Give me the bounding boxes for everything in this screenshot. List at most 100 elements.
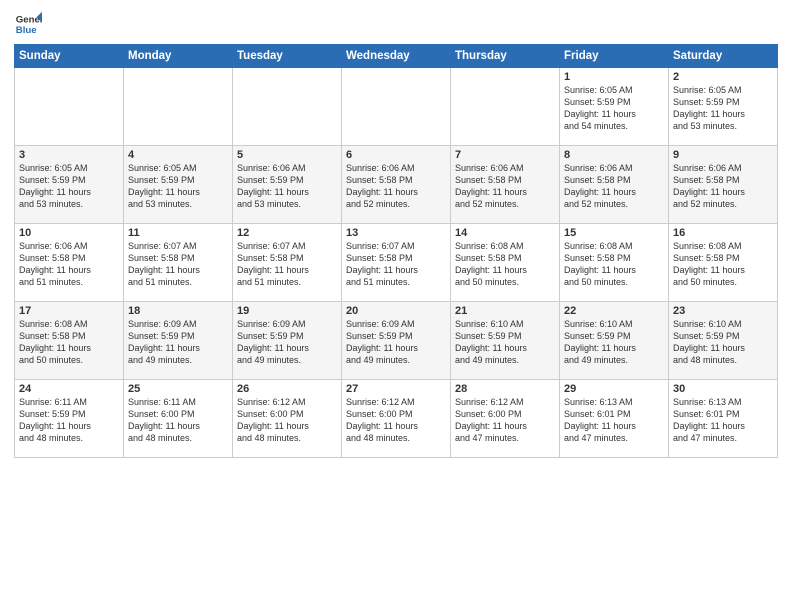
calendar-cell (451, 68, 560, 146)
day-number: 12 (237, 227, 337, 239)
day-info: Sunrise: 6:07 AM Sunset: 5:58 PM Dayligh… (237, 240, 337, 289)
calendar-cell (342, 68, 451, 146)
day-info: Sunrise: 6:06 AM Sunset: 5:58 PM Dayligh… (19, 240, 119, 289)
day-number: 16 (673, 227, 773, 239)
day-number: 8 (564, 149, 664, 161)
calendar-cell: 9Sunrise: 6:06 AM Sunset: 5:58 PM Daylig… (669, 146, 778, 224)
weekday-header-thursday: Thursday (451, 45, 560, 68)
day-number: 20 (346, 305, 446, 317)
day-number: 15 (564, 227, 664, 239)
day-info: Sunrise: 6:11 AM Sunset: 6:00 PM Dayligh… (128, 396, 228, 445)
day-info: Sunrise: 6:05 AM Sunset: 5:59 PM Dayligh… (564, 84, 664, 133)
day-info: Sunrise: 6:10 AM Sunset: 5:59 PM Dayligh… (564, 318, 664, 367)
weekday-header-row: SundayMondayTuesdayWednesdayThursdayFrid… (15, 45, 778, 68)
calendar-cell: 14Sunrise: 6:08 AM Sunset: 5:58 PM Dayli… (451, 224, 560, 302)
logo: General Blue (14, 10, 42, 38)
day-info: Sunrise: 6:08 AM Sunset: 5:58 PM Dayligh… (455, 240, 555, 289)
calendar-week-5: 24Sunrise: 6:11 AM Sunset: 5:59 PM Dayli… (15, 380, 778, 458)
weekday-header-friday: Friday (560, 45, 669, 68)
day-number: 27 (346, 383, 446, 395)
day-number: 7 (455, 149, 555, 161)
day-info: Sunrise: 6:12 AM Sunset: 6:00 PM Dayligh… (346, 396, 446, 445)
header: General Blue (14, 10, 778, 38)
day-number: 28 (455, 383, 555, 395)
day-number: 17 (19, 305, 119, 317)
calendar-cell: 18Sunrise: 6:09 AM Sunset: 5:59 PM Dayli… (124, 302, 233, 380)
day-number: 21 (455, 305, 555, 317)
calendar-cell: 24Sunrise: 6:11 AM Sunset: 5:59 PM Dayli… (15, 380, 124, 458)
day-info: Sunrise: 6:08 AM Sunset: 5:58 PM Dayligh… (673, 240, 773, 289)
day-number: 2 (673, 71, 773, 83)
day-number: 23 (673, 305, 773, 317)
calendar-cell: 20Sunrise: 6:09 AM Sunset: 5:59 PM Dayli… (342, 302, 451, 380)
day-info: Sunrise: 6:07 AM Sunset: 5:58 PM Dayligh… (346, 240, 446, 289)
day-number: 1 (564, 71, 664, 83)
weekday-header-sunday: Sunday (15, 45, 124, 68)
day-info: Sunrise: 6:07 AM Sunset: 5:58 PM Dayligh… (128, 240, 228, 289)
day-number: 19 (237, 305, 337, 317)
weekday-header-monday: Monday (124, 45, 233, 68)
calendar-cell: 5Sunrise: 6:06 AM Sunset: 5:59 PM Daylig… (233, 146, 342, 224)
day-info: Sunrise: 6:05 AM Sunset: 5:59 PM Dayligh… (19, 162, 119, 211)
calendar-cell: 23Sunrise: 6:10 AM Sunset: 5:59 PM Dayli… (669, 302, 778, 380)
calendar-cell: 13Sunrise: 6:07 AM Sunset: 5:58 PM Dayli… (342, 224, 451, 302)
calendar-cell: 6Sunrise: 6:06 AM Sunset: 5:58 PM Daylig… (342, 146, 451, 224)
day-number: 22 (564, 305, 664, 317)
day-number: 6 (346, 149, 446, 161)
day-number: 5 (237, 149, 337, 161)
calendar-week-2: 3Sunrise: 6:05 AM Sunset: 5:59 PM Daylig… (15, 146, 778, 224)
day-info: Sunrise: 6:10 AM Sunset: 5:59 PM Dayligh… (673, 318, 773, 367)
calendar-cell (233, 68, 342, 146)
weekday-header-saturday: Saturday (669, 45, 778, 68)
day-info: Sunrise: 6:13 AM Sunset: 6:01 PM Dayligh… (564, 396, 664, 445)
day-info: Sunrise: 6:12 AM Sunset: 6:00 PM Dayligh… (455, 396, 555, 445)
calendar-week-4: 17Sunrise: 6:08 AM Sunset: 5:58 PM Dayli… (15, 302, 778, 380)
calendar-cell (15, 68, 124, 146)
calendar-cell: 11Sunrise: 6:07 AM Sunset: 5:58 PM Dayli… (124, 224, 233, 302)
day-info: Sunrise: 6:06 AM Sunset: 5:58 PM Dayligh… (455, 162, 555, 211)
day-number: 11 (128, 227, 228, 239)
calendar-cell: 2Sunrise: 6:05 AM Sunset: 5:59 PM Daylig… (669, 68, 778, 146)
weekday-header-tuesday: Tuesday (233, 45, 342, 68)
calendar-cell: 8Sunrise: 6:06 AM Sunset: 5:58 PM Daylig… (560, 146, 669, 224)
calendar-cell: 26Sunrise: 6:12 AM Sunset: 6:00 PM Dayli… (233, 380, 342, 458)
day-info: Sunrise: 6:10 AM Sunset: 5:59 PM Dayligh… (455, 318, 555, 367)
calendar-cell: 29Sunrise: 6:13 AM Sunset: 6:01 PM Dayli… (560, 380, 669, 458)
day-info: Sunrise: 6:09 AM Sunset: 5:59 PM Dayligh… (346, 318, 446, 367)
calendar-cell: 1Sunrise: 6:05 AM Sunset: 5:59 PM Daylig… (560, 68, 669, 146)
day-number: 9 (673, 149, 773, 161)
day-info: Sunrise: 6:06 AM Sunset: 5:58 PM Dayligh… (564, 162, 664, 211)
calendar-cell: 7Sunrise: 6:06 AM Sunset: 5:58 PM Daylig… (451, 146, 560, 224)
day-number: 3 (19, 149, 119, 161)
calendar-cell: 3Sunrise: 6:05 AM Sunset: 5:59 PM Daylig… (15, 146, 124, 224)
day-info: Sunrise: 6:09 AM Sunset: 5:59 PM Dayligh… (237, 318, 337, 367)
day-info: Sunrise: 6:12 AM Sunset: 6:00 PM Dayligh… (237, 396, 337, 445)
calendar-cell: 25Sunrise: 6:11 AM Sunset: 6:00 PM Dayli… (124, 380, 233, 458)
logo-icon: General Blue (14, 10, 42, 38)
day-number: 24 (19, 383, 119, 395)
calendar-week-3: 10Sunrise: 6:06 AM Sunset: 5:58 PM Dayli… (15, 224, 778, 302)
calendar-cell: 4Sunrise: 6:05 AM Sunset: 5:59 PM Daylig… (124, 146, 233, 224)
day-info: Sunrise: 6:11 AM Sunset: 5:59 PM Dayligh… (19, 396, 119, 445)
calendar-cell: 19Sunrise: 6:09 AM Sunset: 5:59 PM Dayli… (233, 302, 342, 380)
calendar-cell: 30Sunrise: 6:13 AM Sunset: 6:01 PM Dayli… (669, 380, 778, 458)
day-number: 13 (346, 227, 446, 239)
day-info: Sunrise: 6:13 AM Sunset: 6:01 PM Dayligh… (673, 396, 773, 445)
day-info: Sunrise: 6:06 AM Sunset: 5:58 PM Dayligh… (673, 162, 773, 211)
day-info: Sunrise: 6:06 AM Sunset: 5:59 PM Dayligh… (237, 162, 337, 211)
weekday-header-wednesday: Wednesday (342, 45, 451, 68)
calendar-cell: 28Sunrise: 6:12 AM Sunset: 6:00 PM Dayli… (451, 380, 560, 458)
day-info: Sunrise: 6:06 AM Sunset: 5:58 PM Dayligh… (346, 162, 446, 211)
day-info: Sunrise: 6:08 AM Sunset: 5:58 PM Dayligh… (19, 318, 119, 367)
calendar-cell: 10Sunrise: 6:06 AM Sunset: 5:58 PM Dayli… (15, 224, 124, 302)
day-number: 4 (128, 149, 228, 161)
calendar-cell: 21Sunrise: 6:10 AM Sunset: 5:59 PM Dayli… (451, 302, 560, 380)
day-info: Sunrise: 6:09 AM Sunset: 5:59 PM Dayligh… (128, 318, 228, 367)
day-number: 18 (128, 305, 228, 317)
day-number: 30 (673, 383, 773, 395)
calendar-cell (124, 68, 233, 146)
calendar-cell: 22Sunrise: 6:10 AM Sunset: 5:59 PM Dayli… (560, 302, 669, 380)
day-number: 26 (237, 383, 337, 395)
day-info: Sunrise: 6:05 AM Sunset: 5:59 PM Dayligh… (673, 84, 773, 133)
calendar-cell: 16Sunrise: 6:08 AM Sunset: 5:58 PM Dayli… (669, 224, 778, 302)
